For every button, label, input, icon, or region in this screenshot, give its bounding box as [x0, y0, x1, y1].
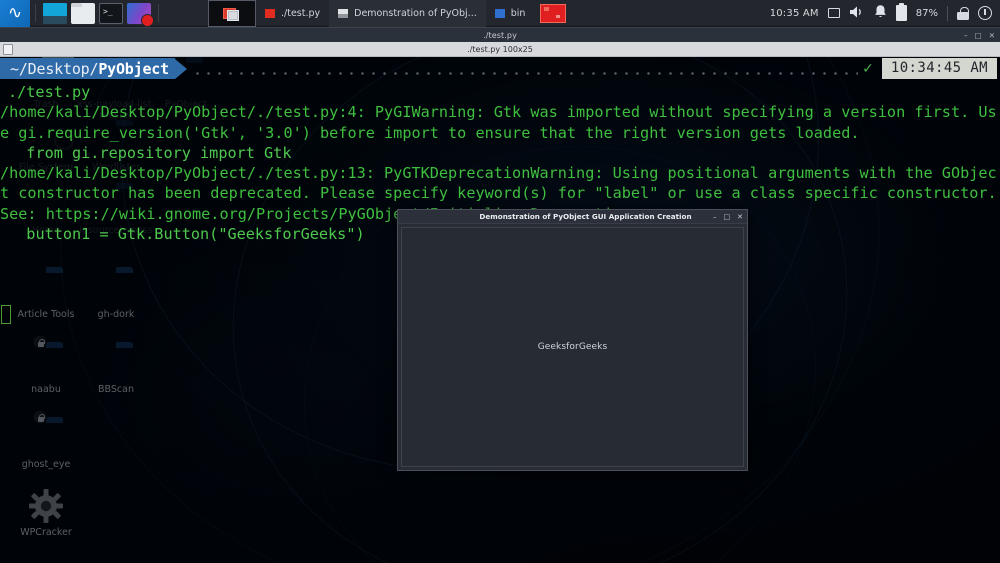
speaker-icon[interactable] — [849, 5, 865, 22]
terminal-tab-bar[interactable]: ./test.py 100x25 — [0, 42, 1000, 57]
tray-separator — [947, 5, 948, 21]
record-icon[interactable] — [127, 2, 154, 27]
terminal-window-controls[interactable]: – □ ✕ — [964, 28, 995, 43]
windows-stack-icon — [223, 7, 239, 21]
prompt-dot-filler — [188, 58, 859, 79]
taskbar-item-bin[interactable]: bin — [486, 0, 535, 27]
lock-icon[interactable] — [957, 6, 969, 20]
maximize-icon[interactable]: □ — [724, 213, 731, 221]
window-icon — [338, 8, 349, 18]
terminal-window-title: ./test.py — [483, 30, 517, 40]
folder-icon[interactable] — [71, 2, 95, 24]
gtk-window-content[interactable]: GeeksforGeeks — [401, 227, 744, 467]
terminal-tab-icon — [3, 44, 13, 55]
gtk-window-title: Demonstration of PyObject GUI Applicatio… — [479, 212, 692, 221]
red-window-icon[interactable] — [540, 3, 567, 23]
minimize-icon[interactable]: – — [713, 213, 717, 221]
terminal-cursor — [1, 305, 11, 324]
tray-clock[interactable]: 10:35 AM — [770, 8, 819, 19]
gtk-titlebar[interactable]: Demonstration of PyObject GUI Applicatio… — [398, 210, 747, 224]
gtk-application-window[interactable]: Demonstration of PyObject GUI Applicatio… — [397, 209, 748, 471]
desktop-screen: Trash xss-payload-list-master PyObject F… — [0, 0, 1000, 563]
maximize-icon[interactable]: □ — [975, 31, 982, 40]
terminal-output-line: from gi.repository import Gtk — [8, 143, 292, 162]
geeksforgeeks-button[interactable]: GeeksforGeeks — [538, 342, 608, 352]
prompt-arrow-icon — [174, 58, 187, 79]
terminal-command: ./test.py — [8, 83, 91, 101]
kali-menu-button[interactable]: ∿ — [0, 0, 30, 27]
kali-dragon-icon: ∿ — [7, 2, 23, 23]
minimize-icon[interactable]: – — [964, 31, 968, 40]
close-icon[interactable]: ✕ — [737, 213, 743, 221]
battery-percent-label: 87% — [915, 7, 938, 19]
window-stack-button[interactable] — [208, 0, 256, 27]
check-mark-icon: ✓ — [862, 60, 874, 77]
terminal-output-line: /home/kali/Desktop/PyObject/./test.py:4:… — [0, 103, 997, 142]
taskbar-item-test-py[interactable]: ./test.py — [256, 0, 329, 27]
prompt-clock: 10:34:45 AM — [881, 58, 997, 79]
panel-separator — [158, 4, 159, 22]
blue-folder-icon — [494, 8, 505, 18]
battery-icon[interactable] — [895, 2, 907, 21]
top-panel[interactable]: ∿ ./test.py Demonstration of PyObj... bi… — [0, 0, 1000, 27]
bell-icon[interactable] — [874, 4, 887, 22]
red-square-icon — [265, 8, 275, 18]
taskbar-item-label: Demonstration of PyObj... — [354, 7, 477, 19]
show-desktop-icon[interactable] — [43, 2, 67, 24]
terminal-tab-label[interactable]: ./test.py 100x25 — [0, 45, 1000, 54]
system-tray[interactable]: 10:35 AM 87% — [770, 2, 1000, 22]
taskbar-item-demonstration[interactable]: Demonstration of PyObj... — [329, 0, 486, 27]
terminal-prompt-row: ~/Desktop/PyObject ✓ 10:34:45 AM — [0, 57, 1000, 80]
display-icon[interactable] — [827, 8, 840, 18]
prompt-path-prefix: ~/Desktop/ — [10, 59, 99, 78]
panel-separator — [35, 4, 36, 22]
terminal-icon[interactable] — [99, 2, 123, 24]
gtk-window-controls[interactable]: – □ ✕ — [713, 210, 743, 224]
taskbar-item-label: ./test.py — [281, 7, 321, 19]
power-icon[interactable] — [978, 6, 992, 20]
prompt-path-segment: ~/Desktop/PyObject — [0, 58, 175, 79]
terminal-titlebar[interactable]: ./test.py – □ ✕ — [0, 27, 1000, 42]
prompt-path-current: PyObject — [98, 59, 169, 78]
close-icon[interactable]: ✕ — [989, 31, 995, 40]
taskbar-item-label: bin — [510, 7, 526, 19]
